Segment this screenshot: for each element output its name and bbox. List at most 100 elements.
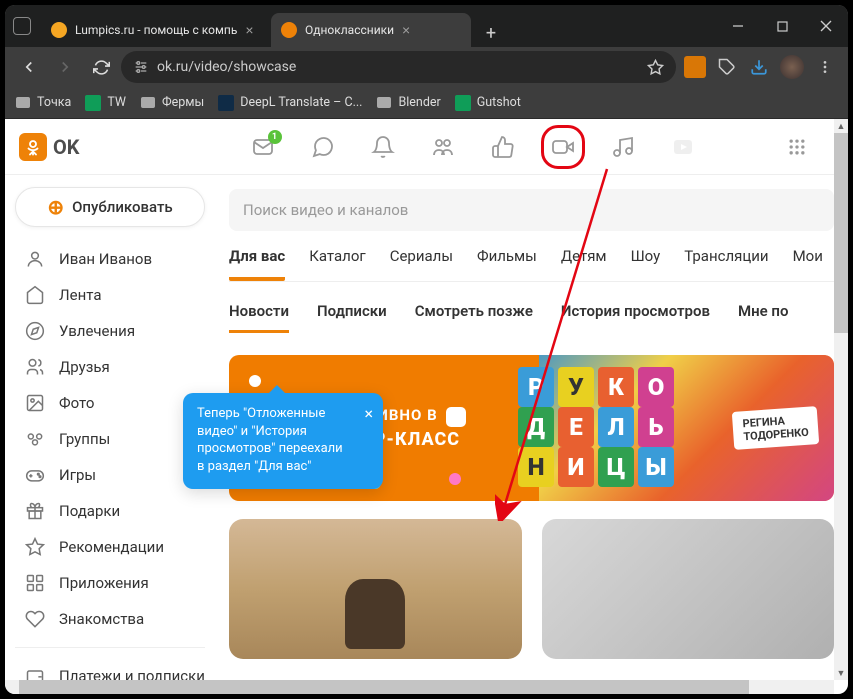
scrollbar-thumb[interactable] bbox=[19, 680, 749, 694]
page-viewport: OK 1 ⊕ Опубликовать Иван Иванов bbox=[5, 119, 848, 694]
video-icon[interactable] bbox=[550, 134, 576, 160]
close-window-button[interactable] bbox=[804, 5, 848, 47]
subtab-watch-later[interactable]: Смотреть позже bbox=[415, 302, 533, 333]
sidebar-item-photos[interactable]: Фото bbox=[15, 385, 205, 421]
address-bar[interactable]: ok.ru/video/showcase bbox=[121, 51, 676, 83]
sheets-icon bbox=[85, 95, 101, 111]
back-button[interactable] bbox=[13, 51, 45, 83]
sidebar-item-payments[interactable]: Платежи и подписки bbox=[15, 658, 205, 680]
notifications-icon[interactable] bbox=[370, 134, 396, 160]
new-tab-button[interactable]: + bbox=[477, 19, 505, 47]
subtab-subscriptions[interactable]: Подписки bbox=[317, 302, 387, 333]
close-icon[interactable]: × bbox=[245, 22, 253, 38]
forward-button[interactable] bbox=[49, 51, 81, 83]
bookmark-item[interactable]: TW bbox=[85, 95, 126, 111]
tab-strip: Lumpics.ru - помощь с компь × Одноклассн… bbox=[41, 5, 505, 47]
window-titlebar: Lumpics.ru - помощь с компь × Одноклассн… bbox=[5, 5, 848, 47]
sidebar-label: Лента bbox=[59, 286, 101, 304]
ok-logo-mark bbox=[19, 133, 47, 161]
bookmark-item[interactable]: DeepL Translate – С... bbox=[218, 95, 362, 111]
sidebar-label: Приложения bbox=[59, 574, 149, 592]
tooltip-text: Теперь "Отложенные видео" и "История про… bbox=[197, 406, 343, 474]
folder-icon bbox=[15, 95, 31, 111]
minimize-button[interactable] bbox=[716, 5, 760, 47]
tab-my[interactable]: Мои bbox=[793, 247, 823, 281]
tab-catalog[interactable]: Каталог bbox=[309, 247, 365, 281]
publish-label: Опубликовать bbox=[72, 198, 173, 216]
folder-icon bbox=[140, 95, 156, 111]
banner-author: РЕГИНАТОДОРЕНКО bbox=[731, 406, 819, 450]
profile-avatar[interactable] bbox=[780, 55, 804, 79]
bookmark-star-icon[interactable] bbox=[647, 59, 664, 76]
vertical-scrollbar[interactable]: ▲ ▼ bbox=[834, 119, 848, 680]
sidebar-item-dating[interactable]: Знакомства bbox=[15, 601, 205, 637]
video-thumbnail[interactable] bbox=[542, 519, 835, 659]
friends-icon[interactable] bbox=[430, 134, 456, 160]
ok-logo[interactable]: OK bbox=[19, 133, 80, 161]
downloads-button[interactable] bbox=[748, 56, 770, 78]
sidebar-item-friends[interactable]: Друзья bbox=[15, 349, 205, 385]
maximize-button[interactable] bbox=[760, 5, 804, 47]
ok-header: OK 1 bbox=[5, 119, 834, 175]
tab-title: Одноклассники bbox=[305, 23, 394, 37]
sidebar-item-interests[interactable]: Увлечения bbox=[15, 313, 205, 349]
sidebar-item-gifts[interactable]: Подарки bbox=[15, 493, 205, 529]
tooltip-close-icon[interactable]: × bbox=[364, 403, 373, 425]
sidebar-label: Увлечения bbox=[59, 322, 135, 340]
sidebar-item-apps[interactable]: Приложения bbox=[15, 565, 205, 601]
divider bbox=[15, 647, 205, 648]
sidebar-item-recommendations[interactable]: Рекомендации bbox=[15, 529, 205, 565]
close-icon[interactable]: × bbox=[402, 22, 410, 38]
sidebar-item-profile[interactable]: Иван Иванов bbox=[15, 241, 205, 277]
tab-series[interactable]: Сериалы bbox=[390, 247, 453, 281]
sidebar-label: Друзья bbox=[59, 358, 110, 376]
bookmark-item[interactable]: Точка bbox=[15, 95, 71, 111]
sidebar-item-games[interactable]: Игры bbox=[15, 457, 205, 493]
menu-button[interactable] bbox=[814, 56, 836, 78]
sidebar-item-feed[interactable]: Лента bbox=[15, 277, 205, 313]
scroll-up-arrow[interactable]: ▲ bbox=[834, 119, 848, 133]
tab-for-you[interactable]: Для вас bbox=[229, 247, 285, 281]
wallet-icon bbox=[25, 666, 45, 680]
bookmark-label: Точка bbox=[37, 95, 71, 110]
plus-icon: ⊕ bbox=[47, 195, 64, 219]
messages-icon[interactable]: 1 bbox=[250, 134, 276, 160]
horizontal-scrollbar[interactable] bbox=[5, 680, 834, 694]
publish-button[interactable]: ⊕ Опубликовать bbox=[15, 187, 205, 227]
extensions-button[interactable] bbox=[716, 56, 738, 78]
video-search-input[interactable]: Поиск видео и каналов bbox=[229, 189, 834, 231]
tab-kids[interactable]: Детям bbox=[561, 247, 607, 281]
reload-button[interactable] bbox=[85, 51, 117, 83]
ok-body: ⊕ Опубликовать Иван Иванов Лента Увлечен… bbox=[5, 175, 834, 680]
extension-icon-fox[interactable] bbox=[684, 56, 706, 78]
apps-grid-icon[interactable] bbox=[784, 134, 810, 160]
ok-logo-text: OK bbox=[53, 135, 80, 159]
tab-live[interactable]: Трансляции bbox=[684, 247, 768, 281]
music-icon[interactable] bbox=[610, 134, 636, 160]
tab-movies[interactable]: Фильмы bbox=[477, 247, 537, 281]
sidebar-item-groups[interactable]: Группы bbox=[15, 421, 205, 457]
subtab-news[interactable]: Новости bbox=[229, 302, 289, 333]
bookmark-item[interactable]: Фермы bbox=[140, 95, 204, 111]
star-icon bbox=[25, 537, 45, 557]
browser-tab-ok[interactable]: Одноклассники × bbox=[271, 13, 471, 47]
browser-tab-lumpics[interactable]: Lumpics.ru - помощь с компь × bbox=[41, 13, 271, 47]
sidebar-label: Платежи и подписки bbox=[59, 667, 205, 680]
bookmark-label: Blender bbox=[398, 95, 440, 110]
url-text: ok.ru/video/showcase bbox=[157, 59, 296, 75]
bookmark-item[interactable]: Blender bbox=[376, 95, 440, 111]
play-icon[interactable] bbox=[670, 134, 696, 160]
discussions-icon[interactable] bbox=[310, 134, 336, 160]
extension-icons bbox=[680, 55, 840, 79]
scroll-down-arrow[interactable]: ▼ bbox=[834, 666, 848, 680]
tab-shows[interactable]: Шоу bbox=[631, 247, 661, 281]
banner-big-title: РУКО ДЕЛЬ НИЦЫ bbox=[518, 367, 674, 487]
video-thumbnail[interactable] bbox=[229, 519, 522, 659]
browser-toolbar: ok.ru/video/showcase bbox=[5, 47, 848, 87]
compass-icon bbox=[25, 321, 45, 341]
subtab-history[interactable]: История просмотров bbox=[561, 302, 710, 333]
bookmark-item[interactable]: Gutshot bbox=[455, 95, 521, 111]
scrollbar-thumb[interactable] bbox=[834, 133, 848, 333]
subtab-liked[interactable]: Мне по bbox=[738, 302, 788, 333]
likes-icon[interactable] bbox=[490, 134, 516, 160]
